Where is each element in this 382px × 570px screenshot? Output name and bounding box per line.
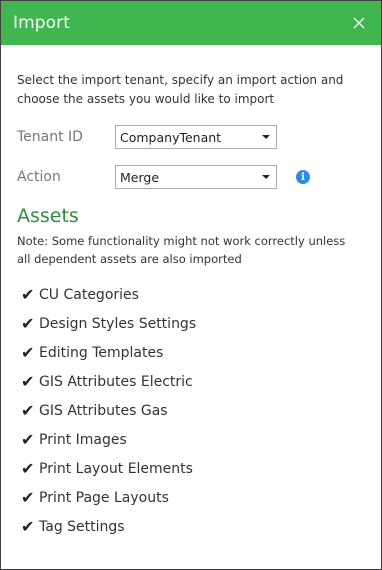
asset-item-gis-attributes-electric[interactable]: ✔ GIS Attributes Electric	[17, 367, 381, 396]
tenant-label: Tenant ID	[17, 129, 83, 145]
asset-item-print-images[interactable]: ✔ Print Images	[17, 425, 381, 454]
import-dialog: Import Select the import tenant, specify…	[0, 0, 382, 570]
tenant-select-value: CompanyTenant	[120, 129, 222, 145]
asset-label: Design Styles Settings	[39, 315, 197, 332]
checkmark-icon[interactable]: ✔	[21, 402, 37, 419]
info-icon[interactable]: i	[296, 170, 310, 184]
asset-item-gis-attributes-gas[interactable]: ✔ GIS Attributes Gas	[17, 396, 381, 425]
tenant-row: Tenant ID CompanyTenant	[17, 124, 381, 150]
asset-item-cu-categories[interactable]: ✔ CU Categories	[17, 280, 381, 309]
close-icon[interactable]	[349, 13, 369, 33]
dialog-body: Select the import tenant, specify an imp…	[1, 45, 381, 541]
asset-label: Editing Templates	[39, 344, 164, 361]
checkmark-icon[interactable]: ✔	[21, 344, 37, 361]
asset-label: Print Images	[39, 431, 127, 448]
tenant-select[interactable]: CompanyTenant	[115, 125, 277, 149]
checkmark-icon[interactable]: ✔	[21, 460, 37, 477]
chevron-down-icon	[262, 175, 270, 179]
asset-label: GIS Attributes Gas	[39, 402, 168, 419]
dialog-header: Import	[1, 1, 381, 45]
asset-label: Print Layout Elements	[39, 460, 193, 477]
asset-item-design-styles-settings[interactable]: ✔ Design Styles Settings	[17, 309, 381, 338]
action-row: Action Merge i	[17, 164, 381, 190]
assets-note: Note: Some functionality might not work …	[17, 234, 346, 266]
asset-list: ✔ CU Categories ✔ Design Styles Settings…	[17, 280, 381, 541]
action-select-value: Merge	[120, 169, 160, 185]
chevron-down-icon	[262, 135, 270, 139]
checkmark-icon[interactable]: ✔	[21, 489, 37, 506]
assets-heading: Assets	[17, 205, 79, 227]
checkmark-icon[interactable]: ✔	[21, 286, 37, 303]
checkmark-icon[interactable]: ✔	[21, 315, 37, 332]
checkmark-icon[interactable]: ✔	[21, 518, 37, 535]
asset-item-editing-templates[interactable]: ✔ Editing Templates	[17, 338, 381, 367]
asset-label: GIS Attributes Electric	[39, 373, 193, 390]
checkmark-icon[interactable]: ✔	[21, 373, 37, 390]
action-label: Action	[17, 169, 61, 185]
dialog-title: Import	[13, 13, 71, 33]
asset-label: CU Categories	[39, 286, 139, 303]
intro-text: Select the import tenant, specify an imp…	[17, 73, 344, 106]
asset-item-tag-settings[interactable]: ✔ Tag Settings	[17, 512, 381, 541]
asset-item-print-page-layouts[interactable]: ✔ Print Page Layouts	[17, 483, 381, 512]
checkmark-icon[interactable]: ✔	[21, 431, 37, 448]
asset-item-print-layout-elements[interactable]: ✔ Print Layout Elements	[17, 454, 381, 483]
asset-label: Print Page Layouts	[39, 489, 169, 506]
action-select[interactable]: Merge	[115, 165, 277, 189]
asset-label: Tag Settings	[39, 518, 125, 535]
